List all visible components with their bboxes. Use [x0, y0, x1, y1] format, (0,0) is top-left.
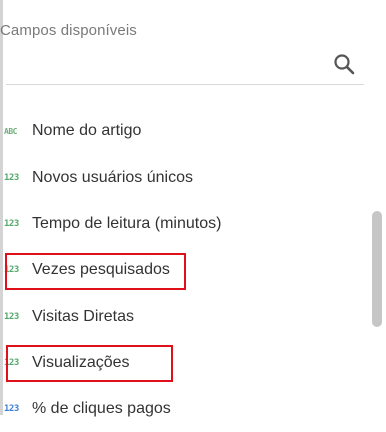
number-type-icon: 123 [4, 312, 19, 322]
field-item-percent-cliques-pagos[interactable]: 123 % de cliques pagos [0, 386, 360, 432]
field-label: Visitas Diretas [32, 308, 134, 325]
field-label: Novos usuários únicos [32, 169, 193, 186]
search-input[interactable] [6, 50, 320, 80]
field-label: % de cliques pagos [32, 400, 171, 417]
number-type-icon: 123 [4, 265, 19, 275]
field-item-tempo-de-leitura[interactable]: 123 Tempo de leitura (minutos) [0, 201, 360, 247]
number-type-icon: 123 [4, 173, 19, 183]
field-label: Visualizações [32, 354, 130, 371]
search-row [6, 44, 364, 85]
text-type-icon: ABC [4, 126, 17, 136]
number-type-icon: 123 [4, 404, 19, 414]
scrollbar-thumb[interactable] [372, 211, 382, 327]
number-type-icon: 123 [4, 219, 19, 229]
field-item-visualizacoes[interactable]: 123 Visualizações [0, 340, 360, 386]
field-item-novos-usuarios-unicos[interactable]: 123 Novos usuários únicos [0, 155, 360, 201]
number-type-icon: 123 [4, 358, 19, 368]
field-item-nome-do-artigo[interactable]: ABC Nome do artigo [0, 108, 360, 154]
field-label: Vezes pesquisados [32, 261, 170, 278]
field-label: Tempo de leitura (minutos) [32, 215, 222, 232]
field-item-visitas-diretas[interactable]: 123 Visitas Diretas [0, 294, 360, 340]
field-label: Nome do artigo [32, 122, 142, 139]
field-item-vezes-pesquisados[interactable]: 123 Vezes pesquisados [0, 247, 360, 293]
search-icon[interactable] [332, 52, 356, 76]
panel-title: Campos disponíveis [0, 22, 137, 39]
